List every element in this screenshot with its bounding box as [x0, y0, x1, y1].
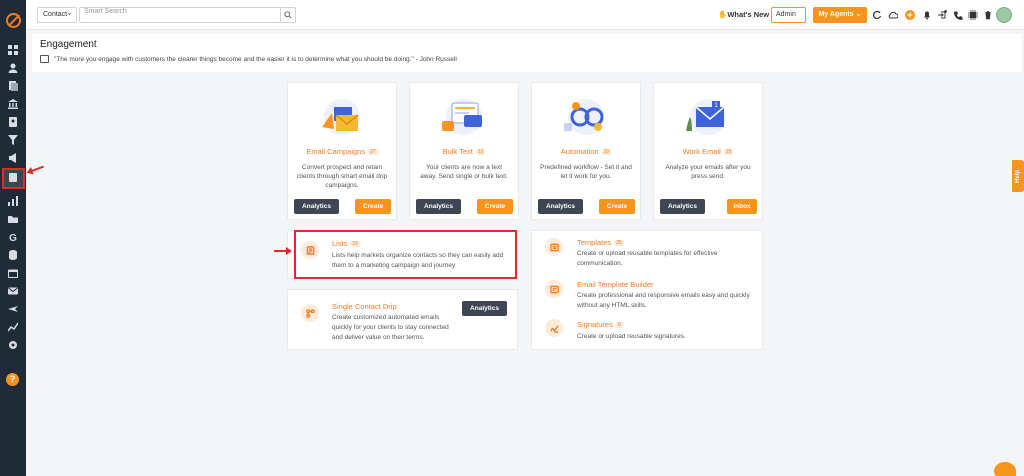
work-email-title[interactable]: Work Email: [683, 147, 721, 156]
page-header: Engagement "The more you engage with cus…: [32, 34, 1022, 72]
templates-icon: [545, 238, 563, 256]
documents-icon[interactable]: [7, 80, 19, 92]
line-chart-icon[interactable]: [7, 321, 19, 333]
single-contact-drip-card: Single Contact Drip Create customized au…: [287, 289, 518, 350]
templates-panel: Templates 25 Create or upload reusable te…: [531, 230, 763, 350]
automation-card: Automation 20 Predefined workflow - Set i…: [531, 82, 641, 220]
email-template-builder-title[interactable]: Email Template Builder: [577, 280, 654, 289]
phone-icon[interactable]: [953, 10, 963, 20]
top-bar: Contact Smart Search ✋What's New Admin M…: [26, 0, 1024, 30]
hand-icon: ✋: [718, 10, 728, 19]
templates-title[interactable]: Templates 25: [577, 238, 624, 247]
work-email-illustration: 1: [686, 99, 726, 135]
database-icon[interactable]: [7, 249, 19, 261]
clipboard-icon[interactable]: [7, 171, 19, 183]
automation-title[interactable]: Automation: [561, 147, 599, 156]
bulk-text-count: 12: [475, 149, 486, 156]
email-campaigns-create-button[interactable]: Create: [355, 199, 391, 214]
work-email-card: 1 Work Email 25 Analyze your emails after…: [653, 82, 763, 220]
email-campaigns-count: 27: [368, 149, 378, 156]
email-template-builder-desc: Create professional and responsive email…: [577, 292, 750, 309]
plane-icon[interactable]: [7, 303, 19, 315]
single-contact-drip-desc: Create customized automated emails quick…: [332, 314, 449, 341]
work-email-inbox-button[interactable]: Inbox: [727, 199, 757, 214]
settings-icon[interactable]: [7, 339, 19, 351]
sidebar: G ?: [0, 0, 26, 476]
avatar[interactable]: [996, 7, 1012, 23]
calendar-icon[interactable]: [7, 267, 19, 279]
g-icon[interactable]: G: [7, 231, 19, 243]
add-icon[interactable]: [905, 10, 915, 20]
work-email-analytics-button[interactable]: Analytics: [660, 199, 705, 214]
annotation-arrow-lists: [274, 247, 292, 255]
signature-icon: [545, 319, 563, 337]
cloud-icon[interactable]: [888, 10, 898, 20]
mail-icon: [40, 55, 49, 63]
signatures-desc: Create or upload reusable signatures.: [577, 333, 686, 340]
email-campaigns-title[interactable]: Email Campaigns: [306, 147, 365, 156]
trash-icon[interactable]: [983, 10, 993, 20]
automation-count: 20: [601, 149, 612, 156]
logo-icon[interactable]: [6, 13, 21, 28]
bell-icon[interactable]: [922, 10, 932, 20]
dashboard-icon[interactable]: [7, 44, 19, 56]
help-icon[interactable]: ?: [6, 373, 19, 386]
automation-desc: Predefined workflow - Set it and let it …: [540, 164, 632, 180]
contact-type-select[interactable]: Contact: [37, 6, 77, 23]
drip-icon: [301, 304, 319, 322]
my-agents-button[interactable]: My Agents ⌄: [813, 7, 867, 23]
search-button[interactable]: [280, 7, 296, 23]
bulk-text-desc: Your clients are now a text away. Send s…: [420, 164, 508, 180]
login-icon[interactable]: [937, 10, 947, 20]
contacts-icon[interactable]: [7, 62, 19, 74]
folder-icon[interactable]: [7, 213, 19, 225]
svg-text:G: G: [9, 233, 17, 242]
chip-icon[interactable]: [968, 10, 978, 20]
filter-icon[interactable]: [7, 134, 19, 146]
automation-create-button[interactable]: Create: [599, 199, 635, 214]
bulk-text-card: Bulk Text 12 Your clients are now a text …: [409, 82, 519, 220]
megaphone-icon[interactable]: [7, 152, 19, 164]
page-title: Engagement: [40, 39, 97, 50]
page-quote: "The more you engage with customers the …: [54, 56, 457, 63]
single-contact-drip-analytics-button[interactable]: Analytics: [462, 301, 507, 316]
bar-chart-icon[interactable]: [7, 195, 19, 207]
templates-count: 25: [614, 240, 624, 247]
email-campaigns-card: Email Campaigns 27 Convert prospect and r…: [287, 82, 397, 220]
signatures-title[interactable]: Signatures 0: [577, 320, 623, 329]
templates-desc: Create or upload reusable templates for …: [577, 250, 718, 267]
mail-icon[interactable]: [7, 285, 19, 297]
badge-icon[interactable]: [7, 116, 19, 128]
lists-highlight-box: [294, 230, 517, 279]
automation-analytics-button[interactable]: Analytics: [538, 199, 583, 214]
single-contact-drip-title[interactable]: Single Contact Drip: [332, 302, 397, 311]
template-builder-icon: [545, 280, 563, 298]
help-tab[interactable]: Help: [1012, 160, 1024, 192]
work-email-desc: Analyze your emails after you press send…: [665, 164, 751, 180]
chat-icon[interactable]: [994, 462, 1016, 476]
automation-illustration: [564, 99, 604, 135]
bank-icon[interactable]: [7, 98, 19, 110]
work-email-count: 25: [723, 149, 734, 156]
annotation-arrow-sidebar: [30, 165, 44, 173]
bulk-text-analytics-button[interactable]: Analytics: [416, 199, 461, 214]
email-campaigns-analytics-button[interactable]: Analytics: [294, 199, 339, 214]
bulk-text-title[interactable]: Bulk Text: [443, 147, 473, 156]
refresh-icon[interactable]: [872, 10, 882, 20]
whats-new-link[interactable]: ✋What's New: [718, 10, 769, 19]
admin-select[interactable]: Admin: [771, 7, 806, 23]
signatures-count: 0: [615, 322, 623, 329]
bulk-text-illustration: [442, 99, 482, 135]
search-icon: [284, 11, 292, 19]
search-input[interactable]: Smart Search: [79, 7, 281, 23]
email-campaigns-desc: Convert prospect and retain clients thro…: [296, 164, 388, 189]
email-campaigns-illustration: [322, 99, 360, 135]
bulk-text-create-button[interactable]: Create: [477, 199, 513, 214]
